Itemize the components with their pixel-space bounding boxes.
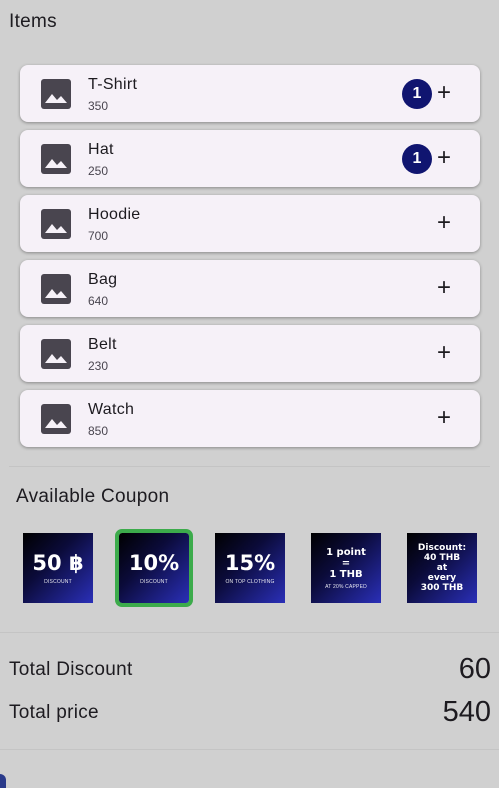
item-card[interactable]: Hoodie 700 + bbox=[20, 195, 480, 252]
item-price: 850 bbox=[88, 424, 109, 438]
item-card[interactable]: Belt 230 + bbox=[20, 325, 480, 382]
add-item-button[interactable]: + bbox=[430, 404, 458, 432]
coupon-sub-text: DISCOUNT bbox=[44, 579, 72, 585]
coupon-sub-text: AT 20% CAPPED bbox=[325, 583, 367, 590]
item-card[interactable]: Hat 250 1 + bbox=[20, 130, 480, 187]
coupon-50-baht[interactable]: 50 ฿ DISCOUNT bbox=[23, 533, 93, 603]
item-name: Hat bbox=[88, 141, 114, 158]
item-price: 230 bbox=[88, 359, 109, 373]
item-price: 250 bbox=[88, 164, 109, 178]
image-placeholder-icon bbox=[41, 274, 71, 304]
item-name: Belt bbox=[88, 336, 117, 353]
bottom-edge-decoration bbox=[0, 774, 6, 788]
item-name: Hoodie bbox=[88, 206, 141, 223]
coupon-row: 50 ฿ DISCOUNT 10% DISCOUNT 15% ON TOP CL… bbox=[0, 529, 499, 607]
item-name: T-Shirt bbox=[88, 76, 138, 93]
coupon-main-text: Discount: 40 THB at every 300 THB bbox=[417, 543, 467, 593]
items-list: T-Shirt 350 1 + Hat 250 1 + Hoodie 700 +… bbox=[20, 65, 480, 455]
image-placeholder-icon bbox=[41, 79, 71, 109]
divider bbox=[0, 749, 499, 750]
coupon-sub-text: DISCOUNT bbox=[140, 579, 168, 585]
coupon-section-title: Available Coupon bbox=[16, 486, 170, 507]
divider bbox=[9, 466, 490, 467]
image-placeholder-icon bbox=[41, 144, 71, 174]
total-discount-value: 60 bbox=[458, 653, 491, 685]
add-item-button[interactable]: + bbox=[430, 339, 458, 367]
items-section-title: Items bbox=[9, 11, 57, 32]
image-placeholder-icon bbox=[41, 339, 71, 369]
divider bbox=[0, 632, 499, 633]
add-item-button[interactable]: + bbox=[430, 209, 458, 237]
add-item-button[interactable]: + bbox=[430, 274, 458, 302]
coupon-points[interactable]: 1 point = 1 THB AT 20% CAPPED bbox=[311, 533, 381, 603]
item-count-badge: 1 bbox=[402, 79, 432, 109]
item-name: Watch bbox=[88, 401, 135, 418]
item-name: Bag bbox=[88, 271, 118, 288]
total-price-label: Total price bbox=[9, 702, 99, 723]
coupon-sub-text: ON TOP CLOTHING bbox=[225, 579, 275, 585]
item-card[interactable]: T-Shirt 350 1 + bbox=[20, 65, 480, 122]
total-price-value: 540 bbox=[442, 696, 491, 728]
coupon-main-text: 50 ฿ bbox=[32, 551, 84, 575]
add-item-button[interactable]: + bbox=[430, 79, 458, 107]
coupon-seasonal[interactable]: Discount: 40 THB at every 300 THB bbox=[407, 533, 477, 603]
item-price: 640 bbox=[88, 294, 109, 308]
image-placeholder-icon bbox=[41, 209, 71, 239]
item-price: 700 bbox=[88, 229, 109, 243]
coupon-main-text: 15% bbox=[224, 551, 276, 575]
coupon-10-percent[interactable]: 10% DISCOUNT bbox=[115, 529, 193, 607]
coupon-main-text: 1 point = 1 THB bbox=[326, 546, 366, 580]
coupon-main-text: 10% bbox=[128, 551, 180, 575]
item-price: 350 bbox=[88, 99, 109, 113]
image-placeholder-icon bbox=[41, 404, 71, 434]
item-card[interactable]: Watch 850 + bbox=[20, 390, 480, 447]
total-discount-label: Total Discount bbox=[9, 659, 133, 680]
add-item-button[interactable]: + bbox=[430, 144, 458, 172]
coupon-15-percent[interactable]: 15% ON TOP CLOTHING bbox=[215, 533, 285, 603]
item-card[interactable]: Bag 640 + bbox=[20, 260, 480, 317]
item-count-badge: 1 bbox=[402, 144, 432, 174]
